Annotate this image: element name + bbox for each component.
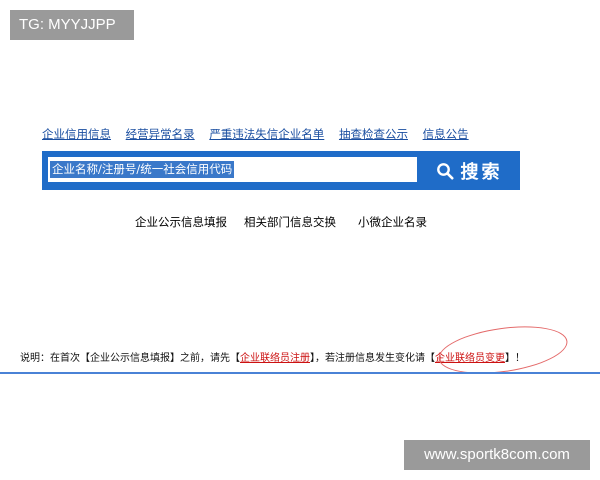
nav-link-dishonest-list[interactable]: 严重违法失信企业名单 [209, 127, 324, 141]
sub-link-info-filing[interactable]: 企业公示信息填报 [135, 214, 227, 230]
notice-link-register[interactable]: 企业联络员注册 [240, 353, 310, 364]
site-watermark: www.sportk8com.com [404, 440, 590, 470]
sub-link-small-enterprise[interactable]: 小微企业名录 [358, 214, 427, 230]
divider-line [0, 372, 600, 374]
search-input-text: 企业名称/注册号/统一社会信用代码 [50, 161, 235, 178]
nav-link-abnormal-list[interactable]: 经营异常名录 [126, 127, 195, 141]
search-icon [436, 162, 454, 180]
nav-link-announcements[interactable]: 信息公告 [423, 127, 469, 141]
sub-link-info-exchange[interactable]: 相关部门信息交换 [244, 214, 336, 230]
search-bar: 企业名称/注册号/统一社会信用代码 搜索 [42, 151, 520, 190]
top-navigation: 企业信用信息 经营异常名录 严重违法失信企业名单 抽查检查公示 信息公告 [42, 126, 480, 142]
notice-prefix: 说明：在首次【企业公示信息填报】之前，请先【 [20, 353, 240, 364]
telegram-watermark: TG: MYYJJPP [10, 10, 134, 40]
notice-middle: 】，若注册信息发生变化请【 [310, 353, 435, 364]
search-button-label: 搜索 [460, 161, 503, 183]
search-button[interactable]: 搜索 [418, 151, 520, 190]
nav-link-enterprise-credit[interactable]: 企业信用信息 [42, 127, 111, 141]
nav-link-spot-check[interactable]: 抽查检查公示 [339, 127, 408, 141]
search-input[interactable]: 企业名称/注册号/统一社会信用代码 [48, 157, 417, 182]
